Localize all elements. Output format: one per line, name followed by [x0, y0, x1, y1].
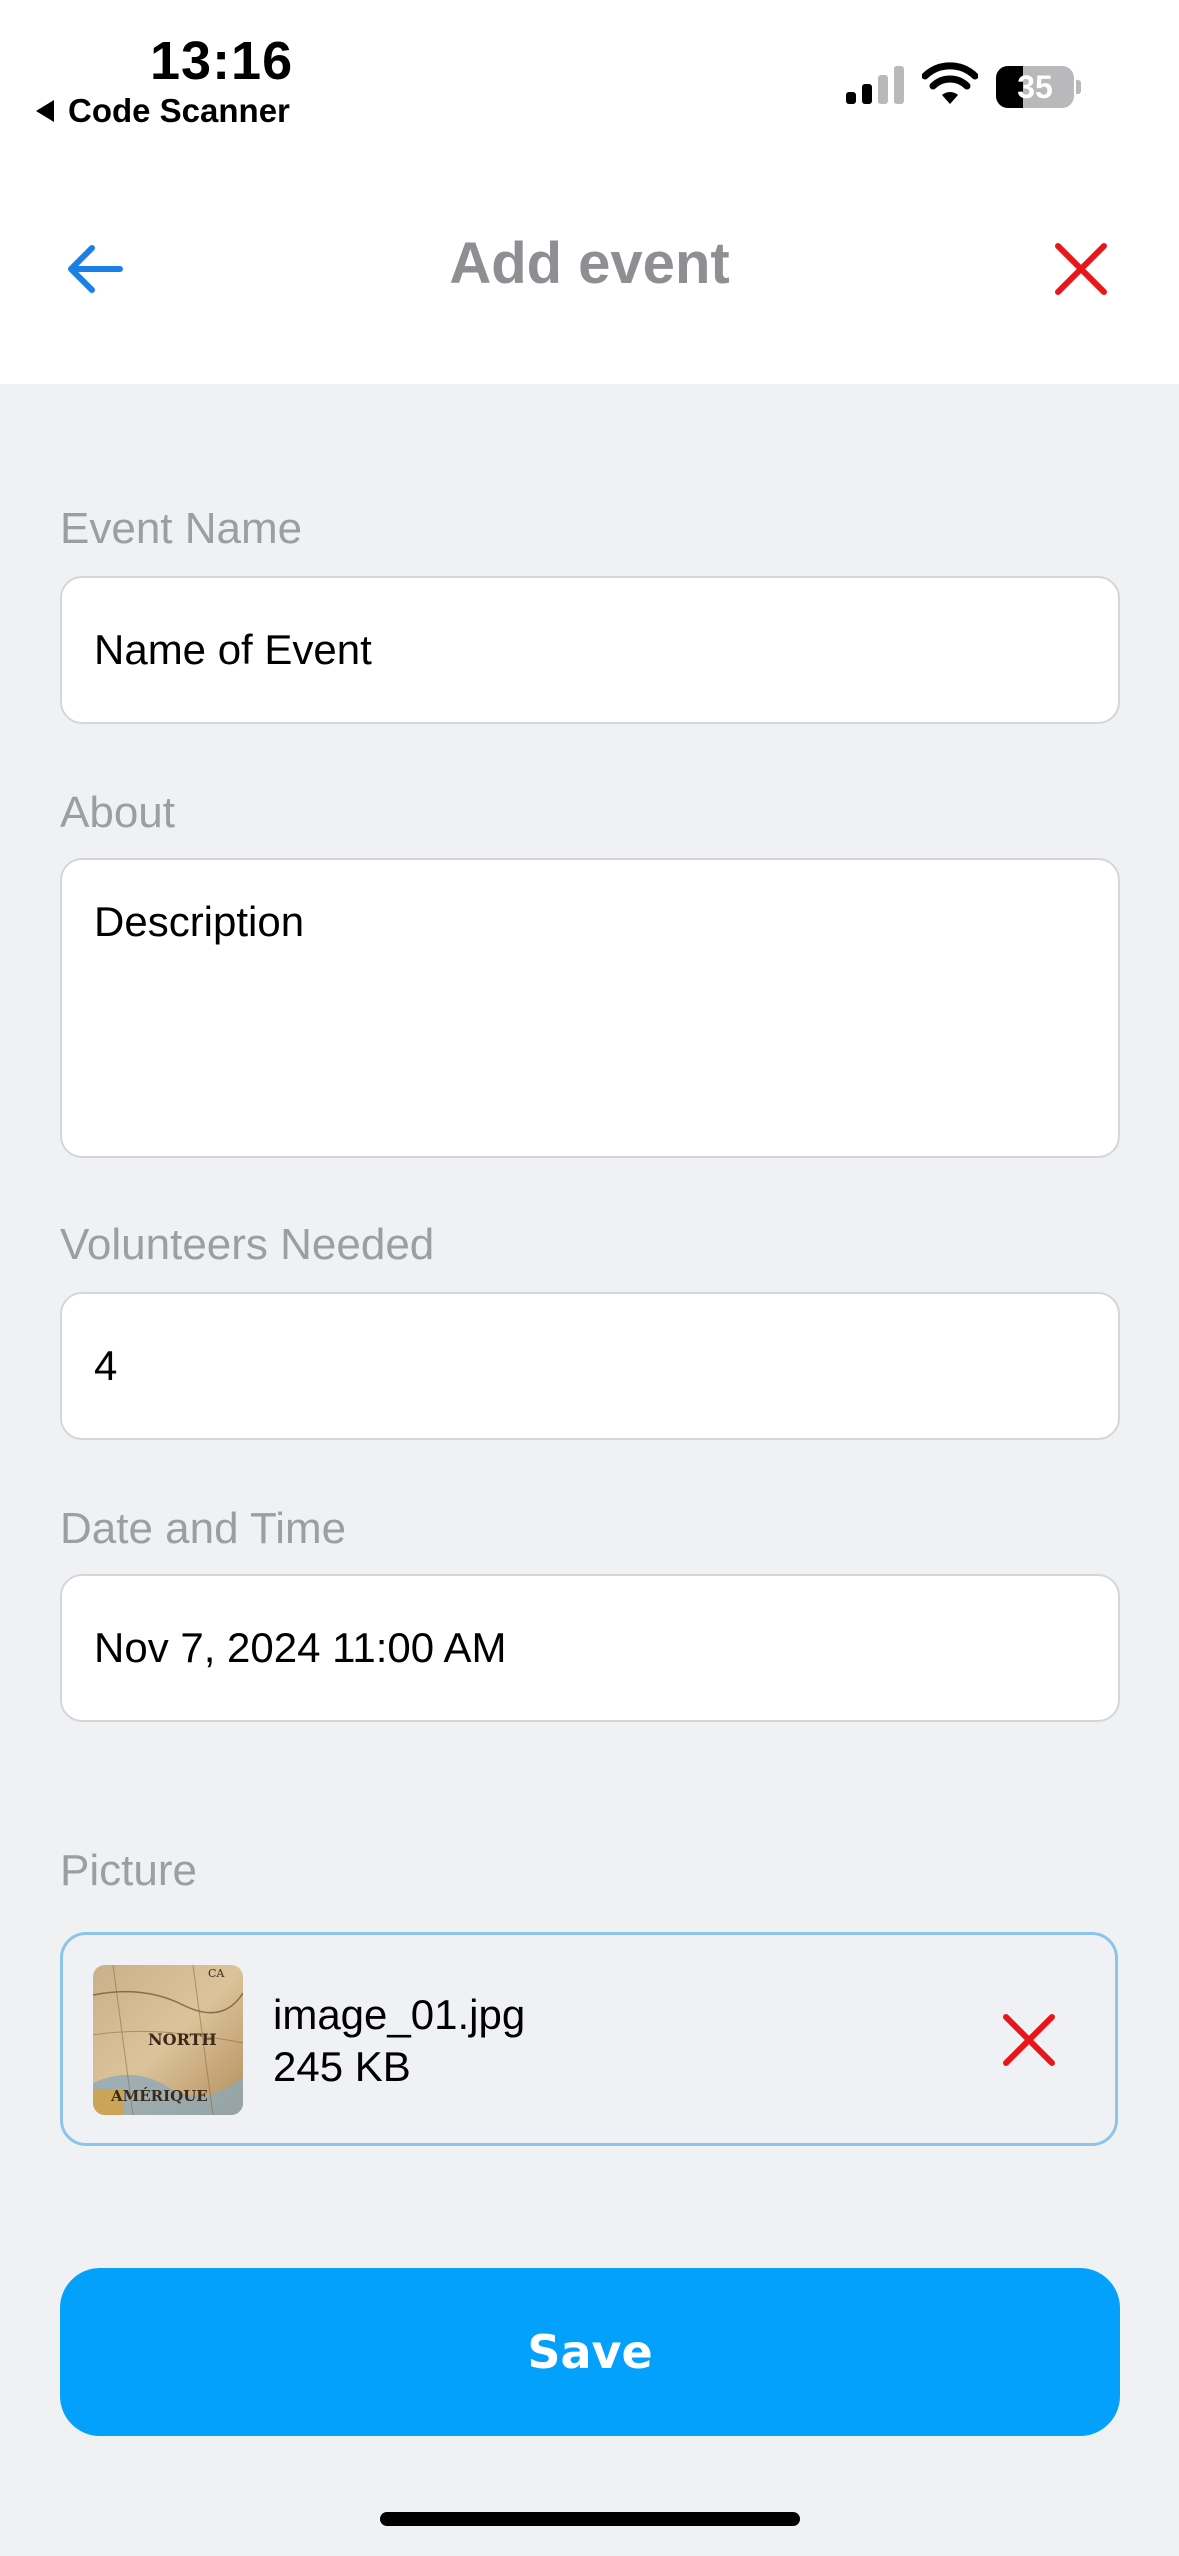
- volunteers-label: Volunteers Needed: [60, 1220, 435, 1269]
- event-name-field[interactable]: Name of Event: [60, 576, 1120, 724]
- back-app-label: Code Scanner: [68, 92, 290, 129]
- save-button[interactable]: Save: [60, 2268, 1120, 2436]
- thumb-label-ca: CA: [208, 1967, 225, 1980]
- volunteers-value: 4: [94, 1342, 118, 1389]
- thumb-label-amerique: AMÉRIQUE: [110, 2087, 208, 2105]
- back-to-app-link[interactable]: Code Scanner: [36, 92, 290, 130]
- page-title: Add event: [449, 231, 730, 296]
- about-value: Description: [94, 898, 305, 945]
- close-icon[interactable]: [1050, 238, 1112, 300]
- status-bar: 13:16 Code Scanner 35: [0, 0, 1179, 150]
- wifi-icon: [922, 62, 978, 104]
- cellular-signal-icon: [846, 66, 904, 104]
- nav-bar: Add event: [0, 150, 1179, 384]
- volunteers-field[interactable]: 4: [60, 1292, 1120, 1440]
- event-name-label: Event Name: [60, 504, 303, 553]
- date-time-label: Date and Time: [60, 1504, 347, 1553]
- status-time: 13:16: [150, 31, 294, 91]
- date-time-value: Nov 7, 2024 11:00 AM: [94, 1624, 507, 1671]
- about-label: About: [60, 788, 175, 837]
- date-time-field[interactable]: Nov 7, 2024 11:00 AM: [60, 1574, 1120, 1722]
- picture-label: Picture: [60, 1846, 197, 1895]
- home-indicator[interactable]: [380, 2512, 800, 2526]
- event-name-value: Name of Event: [94, 626, 372, 673]
- about-field[interactable]: Description: [60, 858, 1120, 1158]
- battery-percent: 35: [1017, 69, 1053, 105]
- picture-thumbnail: CA NORTH AMÉRIQUE: [93, 1965, 243, 2115]
- remove-picture-icon[interactable]: [998, 2009, 1060, 2071]
- thumb-label-north: NORTH: [148, 2030, 217, 2049]
- picture-file-name: image_01.jpg: [273, 1991, 526, 2038]
- picture-file-size: 245 KB: [273, 2043, 411, 2090]
- battery-icon: 35: [996, 66, 1081, 108]
- back-triangle-icon: [36, 100, 54, 122]
- picture-attachment[interactable]: CA NORTH AMÉRIQUE image_01.jpg 245 KB: [60, 1932, 1118, 2146]
